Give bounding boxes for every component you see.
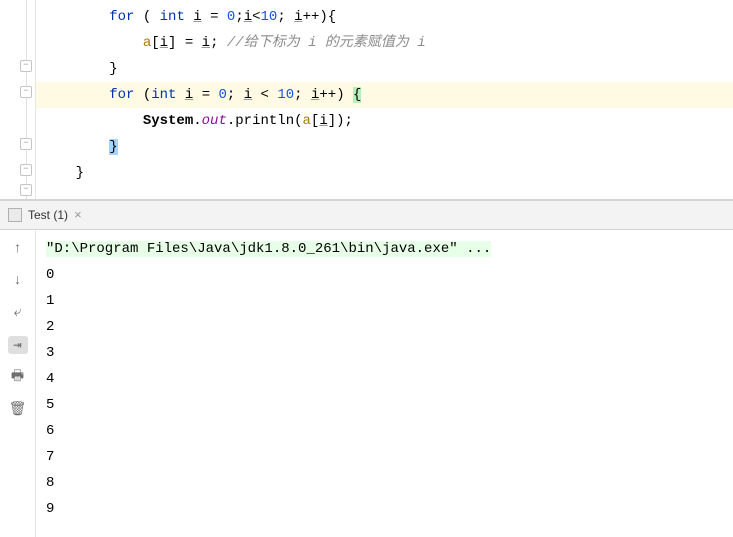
gutter: − − − − − bbox=[0, 0, 36, 199]
console-line: 9 bbox=[46, 496, 723, 522]
console-command-line: "D:\Program Files\Java\jdk1.8.0_261\bin\… bbox=[46, 236, 723, 262]
soft-wrap-icon[interactable]: ⤶ bbox=[8, 304, 28, 322]
console-line: 2 bbox=[46, 314, 723, 340]
scroll-to-end-icon[interactable]: ⇥ bbox=[8, 336, 28, 354]
code-line: } bbox=[36, 160, 733, 186]
console-line: 5 bbox=[46, 392, 723, 418]
code-line: for (int i = 0; i < 10; i++) { bbox=[36, 82, 733, 108]
console-line: 6 bbox=[46, 418, 723, 444]
down-stack-icon[interactable]: ↓ bbox=[8, 272, 28, 290]
code-line: for ( int i = 0;i<10; i++){ bbox=[36, 4, 733, 30]
up-stack-icon[interactable]: ↑ bbox=[8, 240, 28, 258]
run-config-icon bbox=[8, 208, 22, 222]
print-icon[interactable]: 🖶 bbox=[8, 368, 28, 386]
console-line: 8 bbox=[46, 470, 723, 496]
console-line: 7 bbox=[46, 444, 723, 470]
fold-toggle-icon[interactable]: − bbox=[20, 184, 32, 196]
console-line: 1 bbox=[46, 288, 723, 314]
fold-toggle-icon[interactable]: − bbox=[20, 164, 32, 176]
fold-toggle-icon[interactable]: − bbox=[20, 138, 32, 150]
console-line: 3 bbox=[46, 340, 723, 366]
console-panel: ↑ ↓ ⤶ ⇥ 🖶 🗑 "D:\Program Files\Java\jdk1.… bbox=[0, 230, 733, 537]
code-line: } bbox=[36, 134, 733, 160]
code-editor[interactable]: − − − − − for ( int i = 0;i<10; i++){ a[… bbox=[0, 0, 733, 200]
code-line: a[i] = i; //给下标为 i 的元素赋值为 i bbox=[36, 30, 733, 56]
run-tab-title[interactable]: Test (1) bbox=[28, 208, 68, 222]
fold-toggle-icon[interactable]: − bbox=[20, 60, 32, 72]
console-line: 0 bbox=[46, 262, 723, 288]
run-tab-bar: Test (1) × bbox=[0, 200, 733, 230]
code-line: } bbox=[36, 56, 733, 82]
fold-toggle-icon[interactable]: − bbox=[20, 86, 32, 98]
console-toolbar: ↑ ↓ ⤶ ⇥ 🖶 🗑 bbox=[0, 230, 36, 537]
console-line: 4 bbox=[46, 366, 723, 392]
close-icon[interactable]: × bbox=[74, 208, 82, 223]
console-output[interactable]: "D:\Program Files\Java\jdk1.8.0_261\bin\… bbox=[36, 230, 733, 537]
trash-icon[interactable]: 🗑 bbox=[8, 400, 28, 418]
code-area[interactable]: for ( int i = 0;i<10; i++){ a[i] = i; //… bbox=[36, 0, 733, 199]
code-line: System.out.println(a[i]); bbox=[36, 108, 733, 134]
